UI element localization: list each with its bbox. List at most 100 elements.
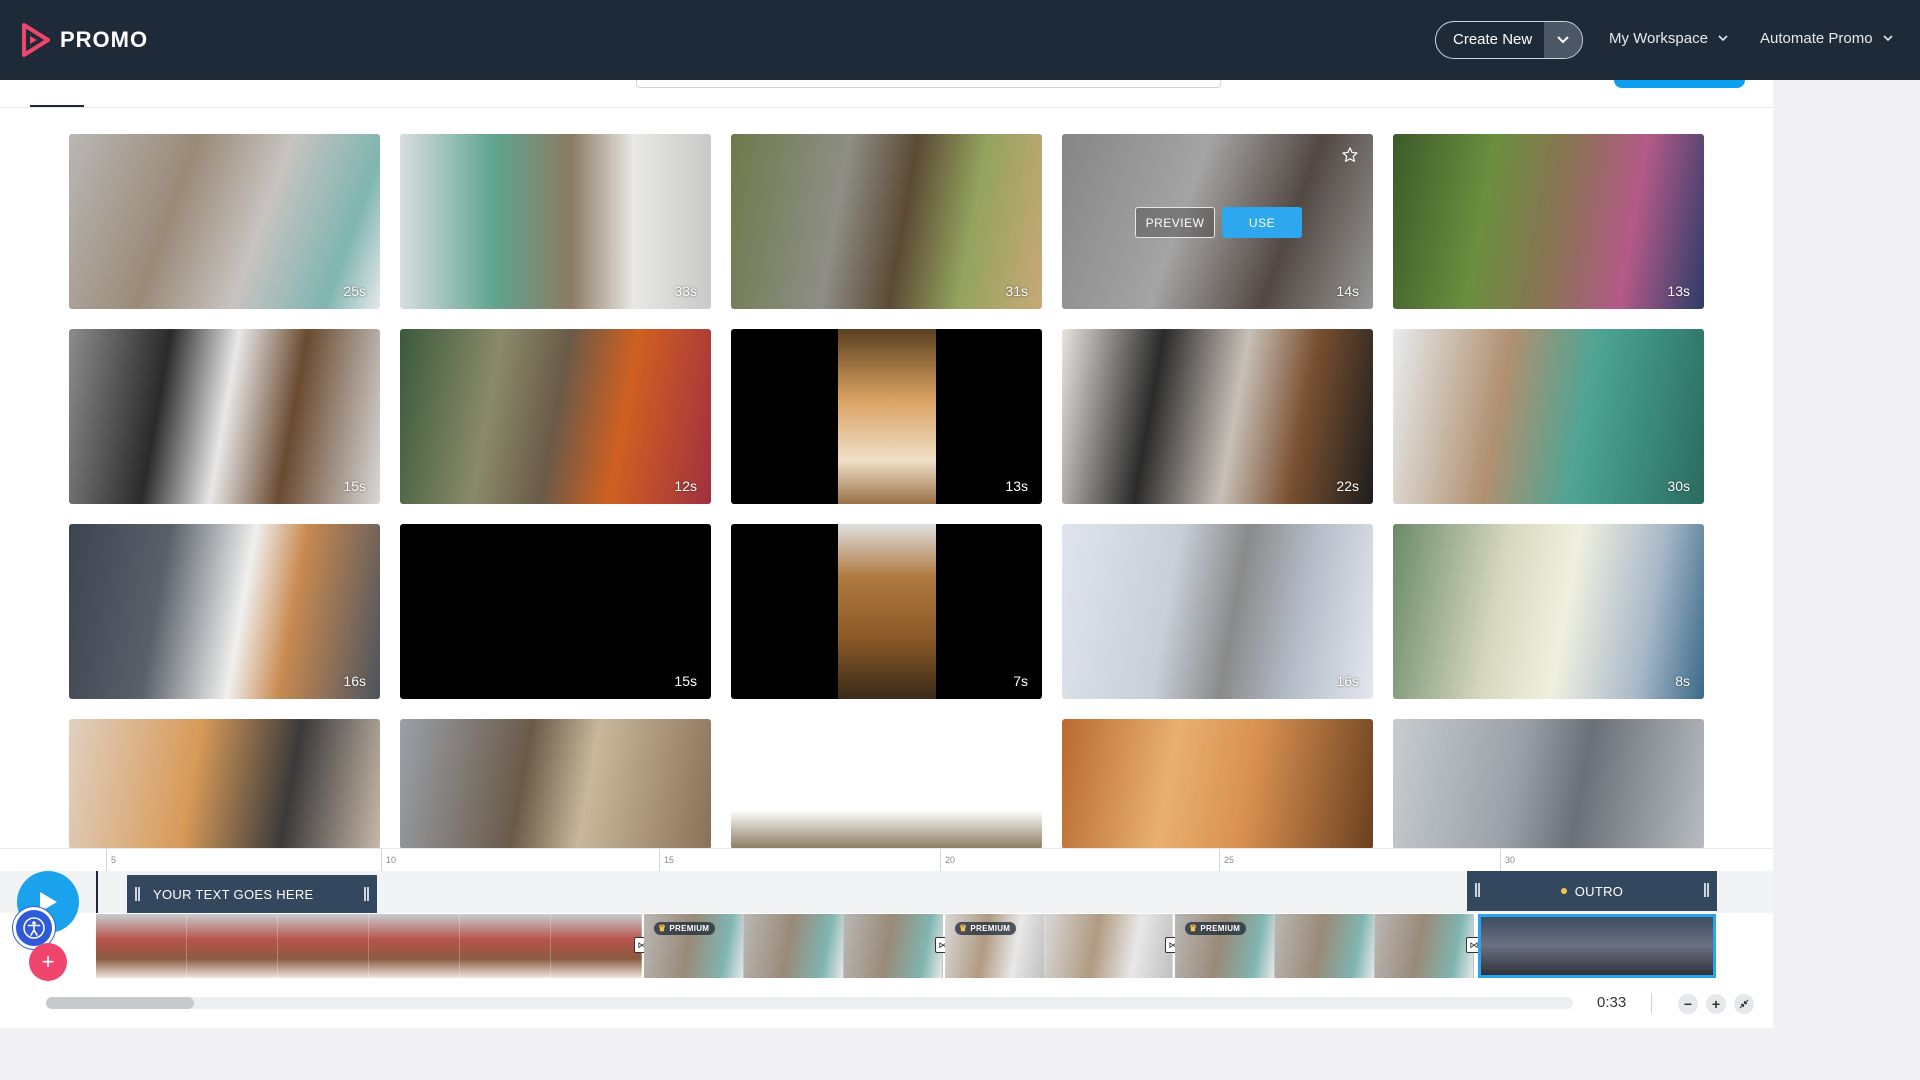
timeline-scrollbar[interactable]	[46, 997, 1573, 1009]
video-thumbnail	[838, 524, 936, 699]
ruler-tick: 25	[1219, 849, 1234, 871]
selected-clip-outline	[1478, 914, 1716, 978]
outro-clip[interactable]: OUTRO	[1467, 871, 1717, 911]
chevron-down-icon[interactable]	[1544, 22, 1582, 58]
video-tile[interactable]: 33s	[400, 134, 711, 309]
video-tile[interactable]: 7s	[731, 524, 1042, 699]
video-tile[interactable]: PREVIEW USE 14s	[1062, 134, 1373, 309]
video-tile[interactable]: 12s	[400, 329, 711, 504]
video-tile[interactable]: 15s	[69, 329, 380, 504]
divider	[1651, 993, 1652, 1013]
video-clip-cat-2[interactable]: ♛ PREMIUM	[945, 914, 1173, 978]
upload-button[interactable]	[1614, 80, 1745, 88]
timeline-ruler[interactable]: 5 10 15 20 25 30	[98, 849, 1773, 871]
video-tile[interactable]	[1393, 719, 1704, 849]
zoom-out-button[interactable]: −	[1678, 994, 1698, 1014]
video-duration: 16s	[343, 673, 366, 689]
promo-editor: PROMO Create New My Workspace Automate P…	[0, 0, 1920, 1080]
my-workspace-label: My Workspace	[1609, 30, 1708, 47]
media-library-panel: 25s 33s 31s PREVIEW USE 14s 13s 15s 12s 13s 22s 30s…	[0, 80, 1773, 849]
preview-button[interactable]: PREVIEW	[1135, 207, 1215, 238]
video-duration: 22s	[1336, 478, 1359, 494]
chevron-down-icon	[1882, 35, 1893, 42]
video-tile[interactable]	[731, 719, 1042, 849]
video-tile[interactable]: 13s	[731, 329, 1042, 504]
video-tile[interactable]	[69, 719, 380, 849]
search-input[interactable]	[636, 80, 1221, 88]
video-tile[interactable]: 13s	[1393, 134, 1704, 309]
video-tile[interactable]: 16s	[1062, 524, 1373, 699]
video-tile[interactable]: 16s	[69, 524, 380, 699]
text-clip[interactable]: YOUR TEXT GOES HERE	[127, 875, 377, 913]
total-duration: 0:33	[1597, 994, 1627, 1011]
video-duration: 12s	[674, 478, 697, 494]
video-tile[interactable]: 15s	[400, 524, 711, 699]
automate-promo-menu[interactable]: Automate Promo	[1760, 30, 1893, 47]
minus-icon: −	[1683, 996, 1693, 1012]
crown-icon: ♛	[1189, 923, 1198, 933]
video-tile[interactable]: 25s	[69, 134, 380, 309]
zoom-in-button[interactable]: +	[1706, 994, 1726, 1014]
library-toolbar	[0, 80, 1773, 108]
video-duration: 7s	[1013, 673, 1028, 689]
fit-timeline-button[interactable]	[1734, 994, 1754, 1014]
hover-overlay	[1062, 134, 1373, 309]
top-nav-bar: PROMO Create New My Workspace Automate P…	[0, 0, 1920, 80]
plus-icon: +	[41, 949, 55, 974]
premium-badge: ♛ PREMIUM	[654, 922, 716, 935]
video-tile[interactable]: 30s	[1393, 329, 1704, 504]
create-new-label: Create New	[1453, 31, 1533, 48]
video-tile[interactable]: 8s	[1393, 524, 1704, 699]
ruler-tick: 30	[1500, 849, 1515, 871]
video-tile[interactable]: 22s	[1062, 329, 1373, 504]
promo-logo-text: PROMO	[60, 27, 149, 52]
ruler-tick: 20	[940, 849, 955, 871]
promo-logo[interactable]: PROMO	[22, 22, 148, 58]
video-duration: 14s	[1336, 283, 1359, 299]
video-tile[interactable]	[1062, 719, 1373, 849]
video-duration: 30s	[1667, 478, 1690, 494]
video-duration: 33s	[674, 283, 697, 299]
my-workspace-menu[interactable]: My Workspace	[1609, 30, 1728, 47]
active-tab-indicator	[30, 105, 84, 107]
premium-badge: ♛ PREMIUM	[955, 922, 1017, 935]
video-duration: 25s	[343, 283, 366, 299]
create-new-button[interactable]: Create New	[1435, 21, 1583, 59]
clip-trim-handle-left[interactable]	[1475, 883, 1480, 897]
video-duration: 13s	[1005, 478, 1028, 494]
video-duration: 8s	[1675, 673, 1690, 689]
video-duration: 31s	[1005, 283, 1028, 299]
promo-logo-icon	[22, 23, 52, 57]
outro-clip-label: OUTRO	[1574, 883, 1624, 899]
use-button[interactable]: USE	[1222, 207, 1302, 238]
collapse-icon	[1739, 999, 1749, 1009]
playhead[interactable]	[96, 871, 98, 913]
ruler-tick: 5	[106, 849, 116, 871]
clip-trim-handle-left[interactable]	[135, 887, 140, 901]
premium-badge: ♛ PREMIUM	[1185, 922, 1247, 935]
video-clip-cat-1[interactable]: ♛ PREMIUM	[644, 914, 943, 978]
crown-icon: ♛	[658, 923, 667, 933]
ruler-tick: 10	[381, 849, 396, 871]
star-icon[interactable]	[1341, 146, 1359, 169]
clip-trim-handle-right[interactable]	[364, 887, 369, 901]
crown-icon: ♛	[959, 923, 968, 933]
timeline-scrollbar-thumb[interactable]	[46, 997, 194, 1009]
text-clip-label: YOUR TEXT GOES HERE	[153, 886, 314, 902]
chevron-down-icon	[1718, 35, 1728, 42]
clip-trim-handle-right[interactable]	[1704, 883, 1709, 897]
video-clip-cat-3[interactable]: ♛ PREMIUM	[1175, 914, 1474, 978]
video-thumbnail	[838, 329, 936, 504]
add-scene-button[interactable]: +	[29, 943, 67, 981]
video-duration: 15s	[343, 478, 366, 494]
outro-dot-icon	[1560, 888, 1567, 894]
video-tile[interactable]	[400, 719, 711, 849]
video-tile[interactable]: 31s	[731, 134, 1042, 309]
automate-promo-label: Automate Promo	[1760, 30, 1873, 47]
video-duration: 13s	[1667, 283, 1690, 299]
accessibility-icon	[23, 917, 45, 939]
plus-icon: +	[1711, 996, 1721, 1012]
video-duration: 15s	[674, 673, 697, 689]
ruler-tick: 15	[659, 849, 674, 871]
video-clip-concert[interactable]	[96, 914, 642, 978]
